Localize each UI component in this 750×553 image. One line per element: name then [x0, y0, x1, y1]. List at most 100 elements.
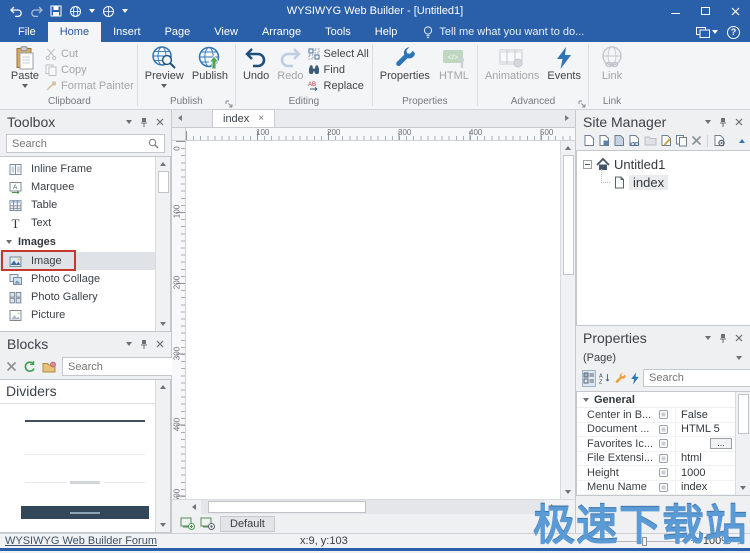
toolbox-item-inline-frame[interactable]: Inline Frame: [0, 160, 170, 178]
settings-wrench-icon[interactable]: [614, 370, 627, 387]
scroll-left-icon[interactable]: [186, 500, 201, 514]
collapse-expander-icon[interactable]: [583, 160, 592, 169]
toolbox-menu-icon[interactable]: [126, 120, 132, 124]
property-row[interactable]: File Extensi... html: [577, 452, 735, 467]
advanced-dialog-launcher-icon[interactable]: [578, 100, 586, 108]
divider-block-bar[interactable]: [21, 506, 149, 519]
tab-home[interactable]: Home: [48, 22, 101, 42]
site-tree-page-index[interactable]: index: [583, 173, 750, 191]
property-row[interactable]: Center in B... False: [577, 408, 735, 423]
toolbox-item-table[interactable]: Table: [0, 196, 170, 214]
properties-button[interactable]: Properties: [376, 43, 434, 82]
move-up-icon[interactable]: [739, 139, 745, 143]
qat-customize-icon[interactable]: [122, 9, 128, 13]
blocks-scrollbar[interactable]: [155, 380, 170, 532]
divider-block-faint-line[interactable]: [25, 454, 145, 455]
toolbox-item-marquee[interactable]: A Marquee: [0, 178, 170, 196]
toolbox-item-image[interactable]: Image: [0, 252, 155, 270]
toolbox-pin-icon[interactable]: [140, 117, 148, 128]
events-filter-icon[interactable]: [630, 370, 640, 387]
forum-link[interactable]: WYSIWYG Web Builder Forum: [5, 535, 157, 547]
site-manager-pin-icon[interactable]: [719, 117, 727, 128]
new-page-icon[interactable]: [583, 134, 595, 147]
redo-icon[interactable]: [30, 6, 43, 17]
properties-target-dropdown[interactable]: (Page): [576, 350, 750, 366]
publish-quick-icon[interactable]: [102, 5, 115, 18]
tab-insert[interactable]: Insert: [101, 22, 153, 42]
blocks-pin-icon[interactable]: [140, 339, 148, 350]
tab-page[interactable]: Page: [153, 22, 203, 42]
tab-arrange[interactable]: Arrange: [250, 22, 313, 42]
toolbox-item-photo-gallery[interactable]: Photo Gallery: [0, 288, 170, 306]
scroll-down-icon[interactable]: [156, 317, 170, 331]
close-button[interactable]: [720, 0, 750, 22]
page-properties-icon[interactable]: [713, 134, 726, 147]
divider-block-text-line[interactable]: [25, 481, 145, 484]
help-icon[interactable]: ?: [727, 26, 740, 39]
manage-breakpoints-icon[interactable]: [200, 517, 215, 530]
properties-category-general[interactable]: General: [577, 392, 750, 408]
blocks-close-icon[interactable]: [156, 340, 164, 348]
blocks-refresh-icon[interactable]: [23, 360, 36, 373]
toolbox-item-photo-collage[interactable]: Photo Collage: [0, 270, 170, 288]
scrollbar-thumb[interactable]: [158, 171, 169, 193]
paste-dropdown-caret-icon[interactable]: [22, 84, 28, 88]
toolbox-search-input[interactable]: [12, 138, 148, 150]
events-button[interactable]: Events: [543, 43, 585, 82]
properties-search-input[interactable]: [649, 372, 750, 384]
blocks-category-dividers[interactable]: Dividers: [0, 380, 155, 404]
scroll-up-icon[interactable]: [156, 157, 170, 171]
toolbox-close-icon[interactable]: [156, 118, 164, 126]
save-icon[interactable]: [50, 5, 62, 17]
preview-quick-icon[interactable]: [69, 5, 82, 18]
find-button[interactable]: Find: [308, 63, 369, 76]
publish-button[interactable]: Publish: [188, 43, 232, 82]
master-page-icon[interactable]: [613, 134, 625, 147]
blocks-folder-icon[interactable]: [42, 361, 56, 373]
breakpoint-default-button[interactable]: Default: [220, 516, 275, 532]
preview-dropdown-caret-icon[interactable]: [161, 84, 167, 88]
publish-dialog-launcher-icon[interactable]: [225, 100, 233, 108]
undo-button[interactable]: Undo: [239, 43, 273, 82]
scrollbar-thumb[interactable]: [563, 155, 574, 275]
add-breakpoint-icon[interactable]: [180, 517, 195, 530]
maximize-button[interactable]: [690, 0, 720, 22]
categorized-view-icon[interactable]: [582, 370, 596, 387]
preview-quick-caret-icon[interactable]: [89, 9, 95, 13]
minimize-button[interactable]: [660, 0, 690, 22]
divider-block-solid-line[interactable]: [25, 420, 145, 422]
sort-az-icon[interactable]: AZ: [599, 370, 611, 387]
tab-close-icon[interactable]: ×: [258, 114, 264, 124]
folder-icon[interactable]: [644, 135, 657, 146]
page-link-icon[interactable]: [628, 134, 641, 147]
replace-button[interactable]: AB Replace: [308, 79, 369, 92]
tab-scroll-right-icon[interactable]: [559, 109, 575, 127]
toolbox-scrollbar[interactable]: [155, 157, 170, 331]
undo-icon[interactable]: [10, 6, 23, 17]
tab-tools[interactable]: Tools: [313, 22, 363, 42]
scrollbar-thumb[interactable]: [738, 394, 749, 434]
tab-view[interactable]: View: [202, 22, 250, 42]
property-row[interactable]: Document ... HTML 5: [577, 423, 735, 438]
select-all-button[interactable]: Select All: [308, 47, 369, 60]
site-manager-menu-icon[interactable]: [705, 120, 711, 124]
clone-page-icon[interactable]: [675, 134, 688, 147]
properties-pin-icon[interactable]: [719, 333, 727, 344]
tab-file[interactable]: File: [6, 22, 48, 42]
share-screens-icon[interactable]: [696, 27, 718, 38]
toolbox-section-images[interactable]: Images: [0, 232, 170, 252]
preview-button[interactable]: Preview: [141, 43, 188, 88]
document-tab-index[interactable]: index ×: [212, 109, 275, 127]
canvas-horizontal-scrollbar[interactable]: [172, 499, 575, 514]
properties-scrollbar[interactable]: [735, 392, 750, 495]
delete-page-icon[interactable]: [691, 135, 702, 146]
scroll-up-icon[interactable]: [561, 141, 575, 155]
blocks-menu-icon[interactable]: [126, 342, 132, 346]
properties-search[interactable]: [643, 369, 750, 387]
paste-button[interactable]: Paste: [5, 43, 45, 88]
edit-page-icon[interactable]: [660, 134, 672, 147]
canvas-vertical-scrollbar[interactable]: [560, 141, 575, 499]
toolbox-search[interactable]: [6, 134, 165, 153]
scroll-up-icon[interactable]: [156, 380, 170, 394]
browse-button[interactable]: ...: [710, 438, 732, 449]
